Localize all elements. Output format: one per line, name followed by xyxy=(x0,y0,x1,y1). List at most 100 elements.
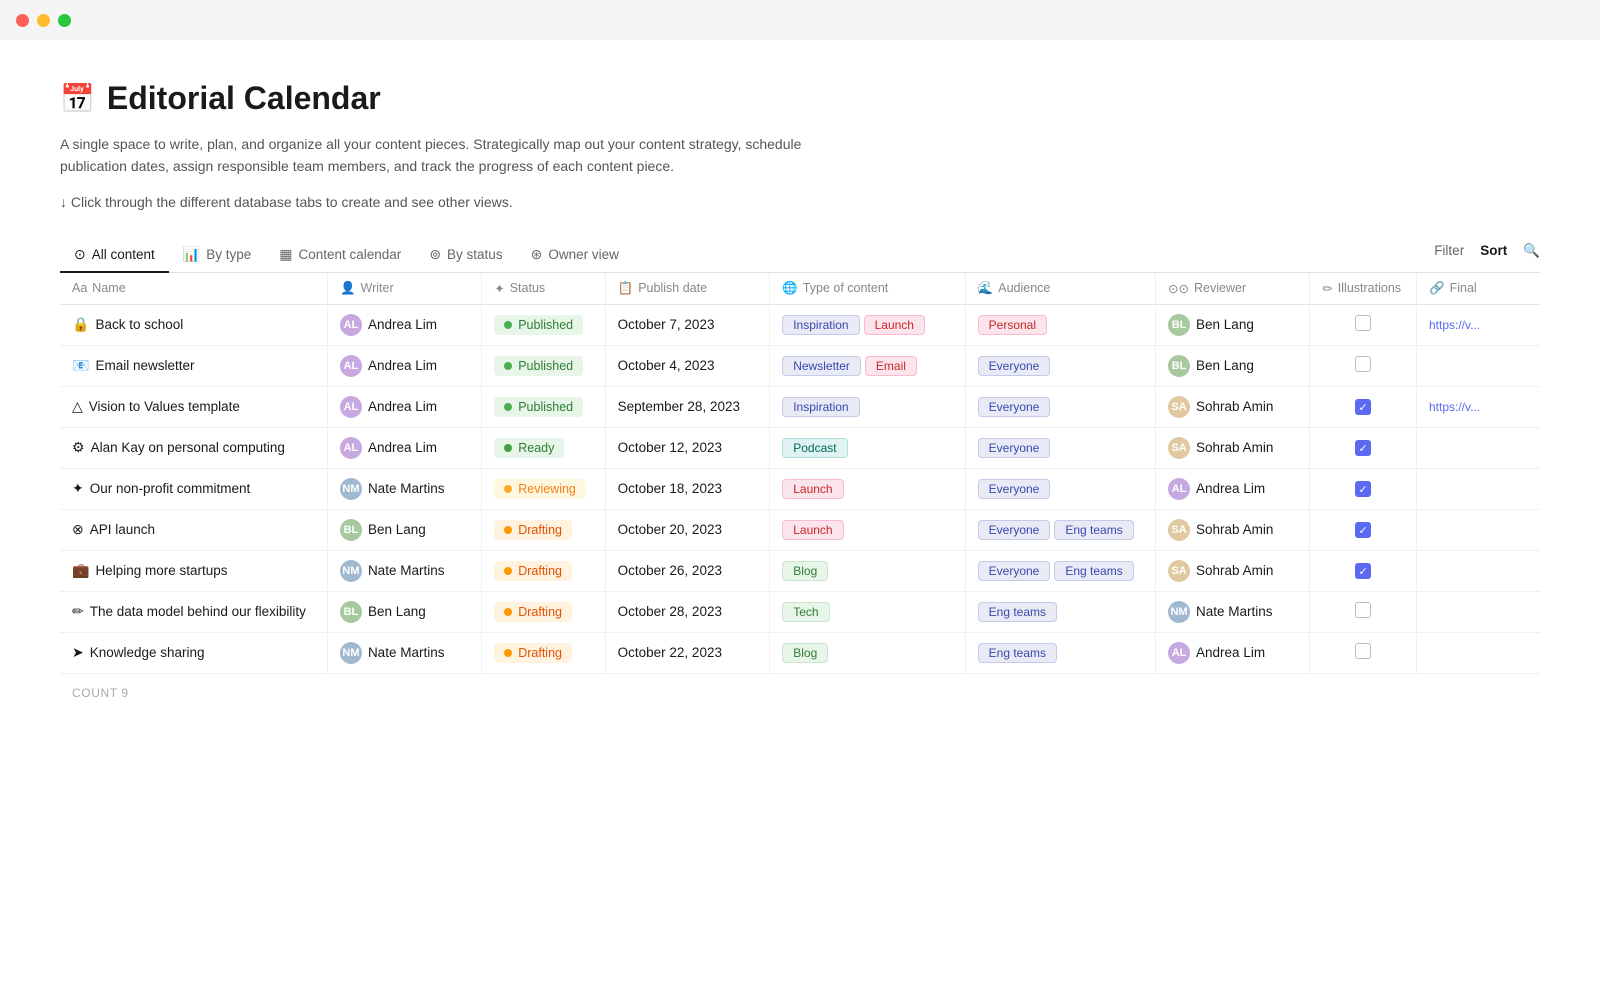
cell-writer: ALAndrea Lim xyxy=(327,304,481,345)
audience-tag[interactable]: Everyone xyxy=(978,561,1051,581)
type-tag[interactable]: Tech xyxy=(782,602,829,622)
type-tag[interactable]: Launch xyxy=(782,520,843,540)
publish-date-value: October 12, 2023 xyxy=(618,440,722,455)
audience-tag[interactable]: Eng teams xyxy=(978,643,1057,663)
status-badge[interactable]: Drafting xyxy=(494,643,572,663)
type-tag[interactable]: Podcast xyxy=(782,438,847,458)
status-label: Drafting xyxy=(518,564,562,578)
type-tag[interactable]: Launch xyxy=(782,479,843,499)
status-badge[interactable]: Drafting xyxy=(494,602,572,622)
table-row[interactable]: 💼Helping more startupsNMNate MartinsDraf… xyxy=(60,550,1540,591)
tab-all-content-label: All content xyxy=(92,247,155,262)
cell-illustrations[interactable]: ✓ xyxy=(1310,386,1417,427)
writer-name: Ben Lang xyxy=(368,522,426,537)
type-tag[interactable]: Launch xyxy=(864,315,925,335)
row-name-text[interactable]: Helping more startups xyxy=(95,563,227,578)
status-dot xyxy=(504,444,512,452)
audience-tag[interactable]: Everyone xyxy=(978,397,1051,417)
type-tag[interactable]: Newsletter xyxy=(782,356,861,376)
col-status-icon: ✦ xyxy=(494,281,504,296)
row-name-text[interactable]: The data model behind our flexibility xyxy=(90,604,306,619)
table-wrapper: Aa Name 👤 Writer ✦ Status xyxy=(60,273,1540,709)
audience-tag[interactable]: Everyone xyxy=(978,479,1051,499)
cell-illustrations[interactable]: ✓ xyxy=(1310,468,1417,509)
cell-name: ⊗API launch xyxy=(60,509,327,550)
cell-illustrations[interactable]: ✓ xyxy=(1310,550,1417,591)
table-row[interactable]: 🔒Back to schoolALAndrea LimPublishedOcto… xyxy=(60,304,1540,345)
illustrations-checkbox[interactable]: ✓ xyxy=(1355,399,1371,415)
audience-tag[interactable]: Everyone xyxy=(978,520,1051,540)
row-name-text[interactable]: Alan Kay on personal computing xyxy=(91,440,285,455)
status-badge[interactable]: Ready xyxy=(494,438,564,458)
status-badge[interactable]: Reviewing xyxy=(494,479,586,499)
row-name-text[interactable]: Knowledge sharing xyxy=(90,645,205,660)
content-table: Aa Name 👤 Writer ✦ Status xyxy=(60,273,1540,709)
illustrations-checkbox[interactable] xyxy=(1355,643,1371,659)
cell-illustrations[interactable]: ✓ xyxy=(1310,427,1417,468)
table-row[interactable]: ⚙Alan Kay on personal computingALAndrea … xyxy=(60,427,1540,468)
type-tag[interactable]: Blog xyxy=(782,561,828,581)
cell-illustrations[interactable] xyxy=(1310,632,1417,673)
table-row[interactable]: ⊗API launchBLBen LangDraftingOctober 20,… xyxy=(60,509,1540,550)
type-tag[interactable]: Inspiration xyxy=(782,315,859,335)
minimize-button[interactable] xyxy=(37,14,50,27)
sort-button[interactable]: Sort xyxy=(1480,243,1507,258)
search-icon[interactable]: 🔍 xyxy=(1523,243,1540,259)
audience-tag[interactable]: Eng teams xyxy=(1054,561,1133,581)
illustrations-checkbox[interactable]: ✓ xyxy=(1355,563,1371,579)
close-button[interactable] xyxy=(16,14,29,27)
tab-by-status[interactable]: ⊚ By status xyxy=(415,238,516,273)
status-label: Reviewing xyxy=(518,482,576,496)
maximize-button[interactable] xyxy=(58,14,71,27)
tab-by-type[interactable]: 📊 By type xyxy=(169,238,265,273)
illustrations-checkbox[interactable]: ✓ xyxy=(1355,522,1371,538)
illustrations-checkbox[interactable] xyxy=(1355,315,1371,331)
status-badge[interactable]: Drafting xyxy=(494,520,572,540)
avatar: AL xyxy=(340,314,362,336)
cell-type-of-content: Tech xyxy=(770,591,965,632)
row-name-text[interactable]: Vision to Values template xyxy=(89,399,240,414)
table-row[interactable]: ➤Knowledge sharingNMNate MartinsDrafting… xyxy=(60,632,1540,673)
audience-tag[interactable]: Everyone xyxy=(978,356,1051,376)
illustrations-checkbox[interactable]: ✓ xyxy=(1355,440,1371,456)
type-tag[interactable]: Blog xyxy=(782,643,828,663)
audience-tag[interactable]: Everyone xyxy=(978,438,1051,458)
row-name-text[interactable]: Back to school xyxy=(95,317,183,332)
row-name-text[interactable]: Email newsletter xyxy=(95,358,194,373)
table-row[interactable]: ✦Our non-profit commitmentNMNate Martins… xyxy=(60,468,1540,509)
audience-tag[interactable]: Eng teams xyxy=(978,602,1057,622)
status-badge[interactable]: Published xyxy=(494,397,583,417)
final-url-text[interactable]: https://v... xyxy=(1429,318,1480,332)
publish-date-value: October 20, 2023 xyxy=(618,522,722,537)
row-icon: ✦ xyxy=(72,480,84,496)
cell-illustrations[interactable] xyxy=(1310,345,1417,386)
cell-illustrations[interactable]: ✓ xyxy=(1310,509,1417,550)
illustrations-checkbox[interactable]: ✓ xyxy=(1355,481,1371,497)
type-tag[interactable]: Inspiration xyxy=(782,397,859,417)
status-badge[interactable]: Published xyxy=(494,356,583,376)
tab-all-content[interactable]: ⊙ All content xyxy=(60,238,169,273)
col-header-writer: 👤 Writer xyxy=(327,273,481,305)
type-tag[interactable]: Email xyxy=(865,356,917,376)
filter-button[interactable]: Filter xyxy=(1434,243,1464,258)
illustrations-checkbox[interactable] xyxy=(1355,602,1371,618)
cell-type-of-content: Blog xyxy=(770,550,965,591)
tab-owner-view[interactable]: ⊛ Owner view xyxy=(517,238,633,273)
audience-tag[interactable]: Eng teams xyxy=(1054,520,1133,540)
status-badge[interactable]: Published xyxy=(494,315,583,335)
cell-name: ➤Knowledge sharing xyxy=(60,632,327,673)
table-row[interactable]: 📧Email newsletterALAndrea LimPublishedOc… xyxy=(60,345,1540,386)
cell-illustrations[interactable] xyxy=(1310,304,1417,345)
audience-tag[interactable]: Personal xyxy=(978,315,1047,335)
final-url-text[interactable]: https://v... xyxy=(1429,400,1480,414)
row-name-text[interactable]: API launch xyxy=(90,522,155,537)
table-row[interactable]: ✏The data model behind our flexibilityBL… xyxy=(60,591,1540,632)
row-name-text[interactable]: Our non-profit commitment xyxy=(90,481,251,496)
cell-illustrations[interactable] xyxy=(1310,591,1417,632)
writer-name: Andrea Lim xyxy=(368,399,437,414)
tab-content-calendar-label: Content calendar xyxy=(298,247,401,262)
status-badge[interactable]: Drafting xyxy=(494,561,572,581)
illustrations-checkbox[interactable] xyxy=(1355,356,1371,372)
tab-content-calendar[interactable]: ▦ Content calendar xyxy=(265,238,415,273)
table-row[interactable]: △Vision to Values templateALAndrea LimPu… xyxy=(60,386,1540,427)
